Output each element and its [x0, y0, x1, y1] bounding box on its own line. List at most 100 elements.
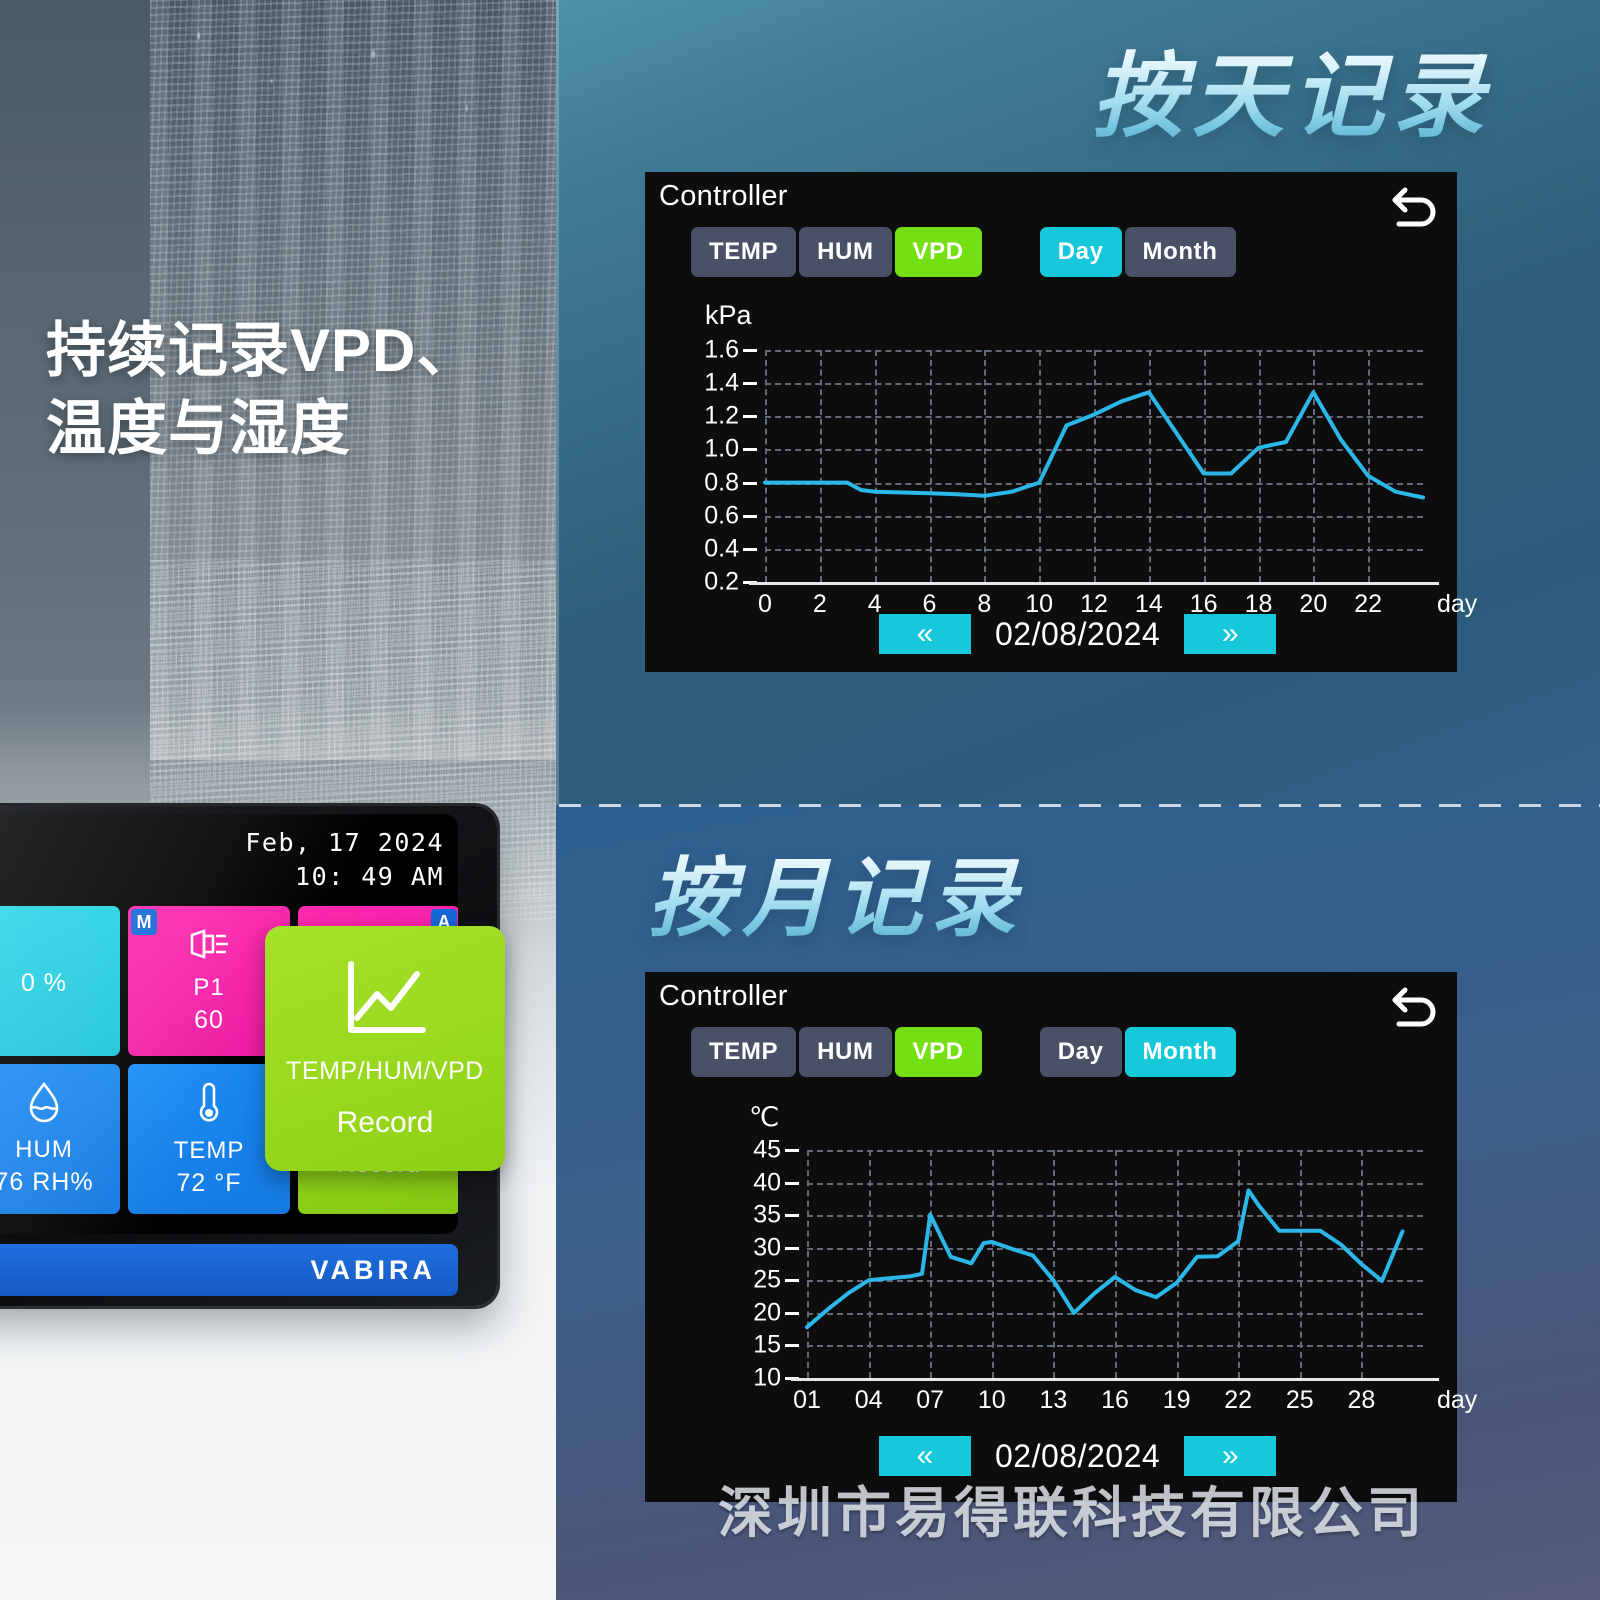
device-tile-fan-label: P1: [193, 974, 225, 1001]
device-footer-bar: VABIRA: [0, 1244, 458, 1296]
y-tick-mark: [743, 349, 757, 352]
device-tile-percent[interactable]: 0 %: [0, 906, 120, 1056]
panel-day-next-button[interactable]: »: [1184, 614, 1277, 654]
device-date: Feb, 17 2024: [245, 828, 444, 857]
gridline-vertical: [930, 1150, 933, 1378]
gridline-vertical: [1299, 1150, 1302, 1378]
y-tick-mark: [743, 547, 757, 551]
gridline-vertical: [868, 1150, 871, 1378]
controller-panel-day: Controller TEMP HUM VPD Day Month kPa 0.…: [645, 172, 1477, 672]
x-tick-label: 19: [1162, 1386, 1191, 1414]
gridline-vertical: [1258, 350, 1261, 582]
y-tick-mark: [743, 514, 757, 518]
gridline-vertical: [874, 350, 877, 582]
y-tick-label: 10: [753, 1363, 781, 1392]
y-tick-mark: [743, 415, 757, 419]
y-tick-mark: [785, 1311, 799, 1315]
promo-headline: 持续记录VPD、 温度与湿度: [46, 312, 526, 468]
gridline-vertical: [807, 1150, 809, 1378]
y-tick-label: 35: [753, 1200, 781, 1229]
x-tick-label: 07: [916, 1386, 945, 1414]
plot-area: [765, 350, 1423, 582]
gridline-vertical: [1361, 1150, 1364, 1378]
plot-area: [807, 1150, 1423, 1378]
gridline-vertical: [1368, 350, 1371, 582]
gridline-vertical: [1053, 1150, 1056, 1378]
x-tick-label: 13: [1039, 1386, 1068, 1414]
y-tick-mark: [785, 1181, 799, 1185]
y-tick-label: 1.4: [704, 368, 739, 397]
promo-headline-line2: 温度与湿度: [46, 395, 351, 462]
x-axis-label: day: [1437, 590, 1478, 618]
fan-icon: [186, 927, 232, 968]
heading-day-record: 按天记录: [1092, 22, 1492, 155]
y-tick-label: 25: [753, 1265, 781, 1294]
controller-panel-month: Controller TEMP HUM VPD Day Month ℃ 10 15…: [645, 972, 1477, 1502]
line-chart-icon: [339, 958, 431, 1047]
y-tick-label: 20: [753, 1298, 781, 1327]
panel-day-prev-button[interactable]: «: [879, 614, 971, 654]
y-tick-label: 30: [753, 1233, 781, 1262]
x-axis-line: [749, 582, 1439, 585]
device-tile-percent-value: 0 %: [20, 968, 68, 997]
x-tick-label: 10: [977, 1386, 1006, 1414]
x-tick-label: 0: [758, 590, 772, 618]
left-promo-panel: [0, 0, 556, 1600]
promo-headline-line1: 持续记录VPD、: [46, 317, 478, 384]
day-vpd-chart: 0.2 0.4 0.6 0.8 1.0 1.2 1.4 1.6 0 2 4 6 8 10 12 14 16 18 2…: [645, 172, 1477, 672]
gridline-vertical: [1148, 350, 1151, 582]
thermometer-icon: [196, 1080, 222, 1131]
device-tile-fan-badge: M: [131, 909, 157, 935]
device-tile-temp-value: 72 °F: [176, 1169, 242, 1197]
y-tick-label: 0.2: [704, 567, 739, 596]
y-tick-mark: [785, 1279, 799, 1283]
y-tick-mark: [785, 1149, 799, 1152]
y-axis-tick-labels: 10 15 20 25 30 35 40 45: [719, 972, 781, 1418]
device-datetime: Feb, 17 2024 10: 49 AM: [245, 826, 444, 894]
gridline-vertical: [1094, 350, 1096, 582]
y-tick-label: 1.0: [704, 434, 739, 463]
x-tick-label: 22: [1354, 590, 1383, 618]
device-tile-fan-value: 60: [194, 1006, 224, 1034]
droplet-icon: [27, 1081, 61, 1130]
device-time: 10: 49 AM: [295, 861, 444, 891]
y-axis-tick-labels: 0.2 0.4 0.6 0.8 1.0 1.2 1.4 1.6: [677, 172, 739, 622]
gridline-vertical: [819, 350, 822, 582]
heading-month-record: 按月记录: [648, 828, 1024, 953]
x-tick-label: 28: [1347, 1386, 1376, 1414]
y-tick-mark: [743, 448, 757, 452]
y-tick-mark: [785, 1214, 799, 1218]
y-tick-label: 0.6: [704, 501, 739, 530]
y-tick-mark: [785, 1344, 799, 1348]
x-axis-line: [791, 1378, 1439, 1381]
device-brand-logo: VABIRA: [310, 1254, 436, 1285]
gridline-vertical: [1203, 350, 1206, 582]
record-callout-popup[interactable]: TEMP/HUM/VPD Record: [265, 926, 505, 1171]
gridline-vertical: [1176, 1150, 1179, 1378]
gridline-vertical: [1313, 350, 1316, 582]
gridline-vertical: [984, 350, 987, 582]
gridline-vertical: [991, 1150, 994, 1378]
record-callout-subtitle: Record: [336, 1105, 434, 1139]
x-tick-label: 01: [793, 1386, 821, 1414]
x-tick-label: 2: [812, 590, 827, 618]
x-axis-label: day: [1437, 1386, 1478, 1414]
gridline-vertical: [1238, 1150, 1241, 1378]
gridline-vertical: [929, 350, 932, 582]
company-watermark: 深圳市易得联科技有限公司: [718, 1482, 1427, 1544]
y-tick-mark: [785, 1246, 799, 1250]
x-tick-label: 25: [1285, 1386, 1314, 1414]
device-tile-hum-value: 76 RH%: [0, 1168, 94, 1196]
x-tick-label: 20: [1299, 590, 1328, 618]
y-tick-label: 40: [753, 1168, 781, 1197]
y-tick-label: 0.8: [704, 468, 739, 497]
y-tick-label: 0.4: [704, 534, 739, 563]
device-tile-hum-label: HUM: [15, 1136, 73, 1163]
y-tick-label: 1.6: [704, 335, 739, 364]
device-tile-hum[interactable]: HUM 76 RH%: [0, 1064, 120, 1214]
vertical-divider: [556, 0, 559, 805]
gridline-vertical: [765, 350, 767, 582]
x-tick-label: 16: [1101, 1386, 1129, 1414]
y-tick-mark: [743, 382, 757, 386]
gridline-vertical: [1115, 1150, 1117, 1378]
